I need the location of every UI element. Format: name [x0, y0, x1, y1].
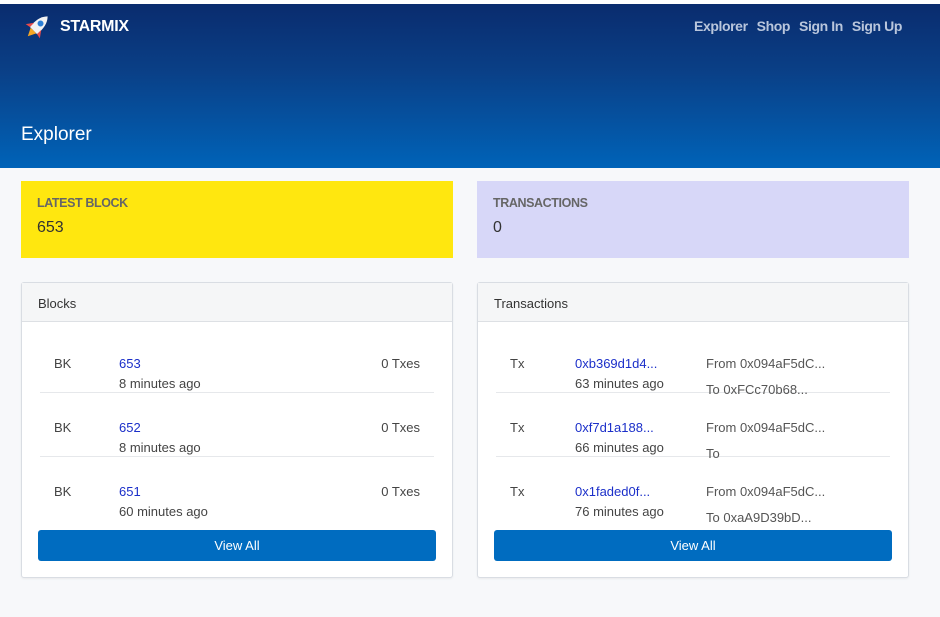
tx-age: 66 minutes ago: [575, 440, 664, 455]
transactions-panel: Transactions Tx 0xb369d1d4... 63 minutes…: [477, 282, 909, 578]
block-tag: BK: [54, 484, 72, 499]
view-all-transactions-button[interactable]: View All: [494, 530, 892, 561]
transactions-value: 0: [493, 219, 502, 236]
tx-hash-link[interactable]: 0x1faded0f...: [575, 484, 650, 499]
stats-row: LATEST BLOCK 653 TRANSACTIONS 0: [21, 181, 909, 258]
tx-tag: Tx: [510, 356, 525, 371]
block-number-link[interactable]: 651: [119, 484, 141, 499]
top-nav: Explorer Shop Sign In Sign Up: [694, 18, 902, 34]
transactions-card: TRANSACTIONS 0: [477, 181, 909, 258]
block-tag: BK: [54, 356, 72, 371]
blocks-panel-title: Blocks: [22, 283, 452, 322]
tx-age: 76 minutes ago: [575, 504, 664, 519]
nav-sign-up[interactable]: Sign Up: [852, 18, 902, 34]
blocks-list: BK 653 8 minutes ago 0 Txes BK 652 8 min…: [22, 322, 452, 521]
latest-block-card: LATEST BLOCK 653: [21, 181, 453, 258]
transaction-row: Tx 0xf7d1a188... 66 minutes ago From 0x0…: [496, 393, 890, 461]
tx-to: To 0xaA9D39bD...: [706, 510, 812, 525]
block-tag: BK: [54, 420, 72, 435]
tx-age: 63 minutes ago: [575, 376, 664, 391]
block-tx-count: 0 Txes: [381, 356, 420, 371]
transactions-label: TRANSACTIONS: [493, 196, 588, 210]
panels-row: Blocks BK 653 8 minutes ago 0 Txes BK 65…: [21, 282, 909, 578]
latest-block-value: 653: [37, 219, 64, 236]
nav-shop[interactable]: Shop: [757, 18, 791, 34]
block-number-link[interactable]: 653: [119, 356, 141, 371]
blocks-panel: Blocks BK 653 8 minutes ago 0 Txes BK 65…: [21, 282, 453, 578]
brand-logo[interactable]: STARMIX: [20, 10, 129, 44]
tx-from: From 0x094aF5dC...: [706, 420, 826, 435]
latest-block-label: LATEST BLOCK: [37, 196, 128, 210]
transaction-row: Tx 0xb369d1d4... 63 minutes ago From 0x0…: [496, 329, 890, 397]
block-tx-count: 0 Txes: [381, 484, 420, 499]
tx-from: From 0x094aF5dC...: [706, 484, 826, 499]
tx-from: From 0x094aF5dC...: [706, 356, 826, 371]
block-number-link[interactable]: 652: [119, 420, 141, 435]
tx-hash-link[interactable]: 0xf7d1a188...: [575, 420, 654, 435]
tx-hash-link[interactable]: 0xb369d1d4...: [575, 356, 657, 371]
block-row: BK 652 8 minutes ago 0 Txes: [40, 393, 434, 457]
block-tx-count: 0 Txes: [381, 420, 420, 435]
header: STARMIX Explorer Shop Sign In Sign Up Ex…: [0, 4, 940, 168]
nav-sign-in[interactable]: Sign In: [799, 18, 843, 34]
transactions-list: Tx 0xb369d1d4... 63 minutes ago From 0x0…: [478, 322, 908, 525]
transaction-row: Tx 0x1faded0f... 76 minutes ago From 0x0…: [496, 457, 890, 525]
block-row: BK 651 60 minutes ago 0 Txes: [40, 457, 434, 521]
block-age: 8 minutes ago: [119, 376, 201, 391]
rocket-icon: [25, 16, 48, 39]
nav-explorer[interactable]: Explorer: [694, 18, 748, 34]
block-age: 8 minutes ago: [119, 440, 201, 455]
brand-name: STARMIX: [60, 18, 129, 35]
block-row: BK 653 8 minutes ago 0 Txes: [40, 329, 434, 393]
view-all-blocks-button[interactable]: View All: [38, 530, 436, 561]
block-age: 60 minutes ago: [119, 504, 208, 519]
tx-tag: Tx: [510, 420, 525, 435]
transactions-panel-title: Transactions: [478, 283, 908, 322]
tx-tag: Tx: [510, 484, 525, 499]
page-title: Explorer: [21, 124, 92, 145]
